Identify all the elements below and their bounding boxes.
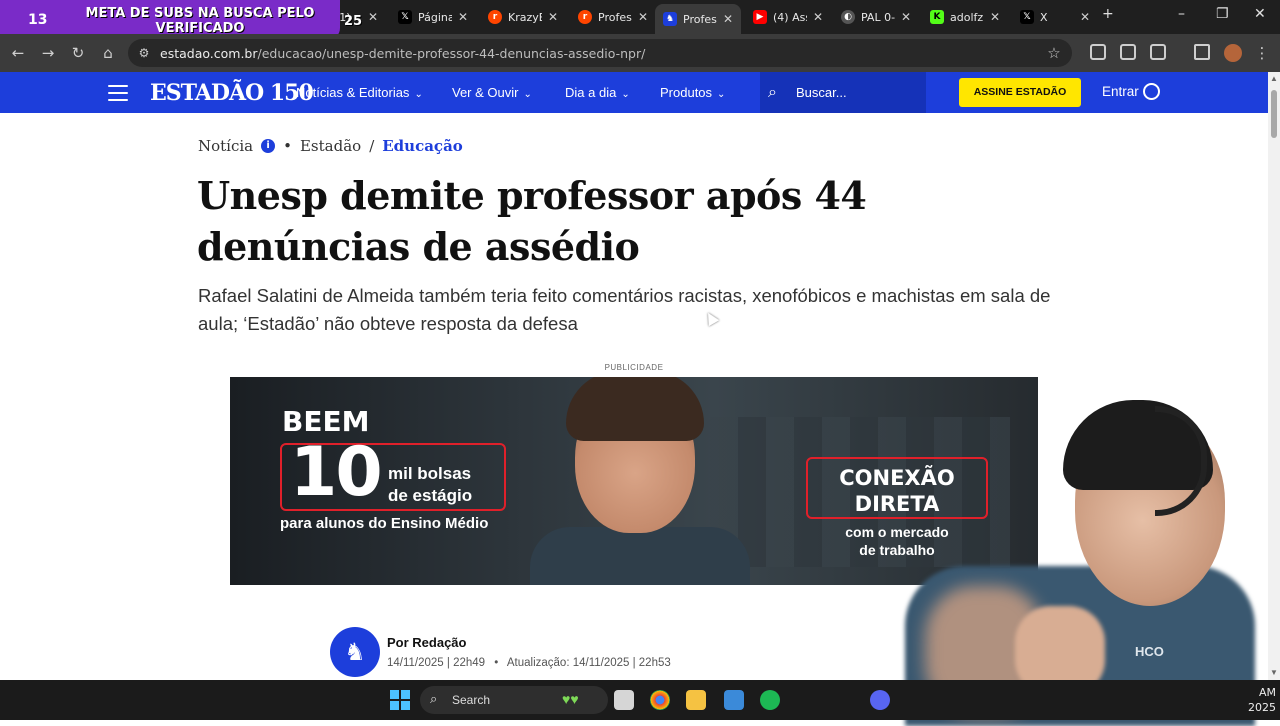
ad-number: 10 bbox=[290, 433, 383, 512]
close-icon[interactable]: ✕ bbox=[1080, 10, 1090, 24]
search-input[interactable]: ⌕ Buscar... bbox=[760, 72, 926, 113]
reddit-icon: r bbox=[578, 10, 592, 24]
browser-tab[interactable]: ◐ PAL 0- ✕ bbox=[833, 4, 919, 30]
nav-produtos[interactable]: Produtos ⌄ bbox=[660, 85, 725, 100]
ad-bolsas-text: mil bolsas de estágio bbox=[388, 464, 473, 505]
ad-alunos-text: para alunos do Ensino Médio bbox=[280, 515, 489, 532]
breadcrumb: Notícia i • Estadão / Educação bbox=[198, 137, 463, 155]
close-icon[interactable]: ✕ bbox=[458, 10, 468, 24]
nav-noticias-editorias[interactable]: Notícias & Editorias ⌄ bbox=[296, 85, 423, 100]
chevron-down-icon: ⌄ bbox=[621, 89, 630, 100]
minimize-button[interactable]: – bbox=[1178, 6, 1185, 22]
chevron-down-icon: ⌄ bbox=[414, 89, 423, 100]
browser-toolbar: ← → ↻ ⌂ ⚙ estadao.com.br/educacao/unesp-… bbox=[0, 34, 1280, 72]
info-icon[interactable]: i bbox=[261, 139, 276, 153]
stream-goal-count: 25 bbox=[344, 14, 363, 29]
x-logo-icon: 𝕏 bbox=[398, 10, 412, 24]
browser-tab[interactable]: r Profes ✕ bbox=[570, 4, 656, 30]
windows-taskbar: ⌕ Search ♥♥ AM 2025 bbox=[0, 680, 1280, 720]
chrome-icon[interactable] bbox=[650, 690, 670, 710]
file-explorer-icon[interactable] bbox=[686, 690, 706, 710]
site-info-icon[interactable]: ⚙ bbox=[134, 43, 154, 63]
close-window-button[interactable]: ✕ bbox=[1254, 6, 1266, 22]
ad-label: PUBLICIDADE bbox=[604, 363, 664, 372]
x-logo-icon: 𝕏 bbox=[1020, 10, 1034, 24]
scroll-up-icon[interactable]: ▲ bbox=[1270, 74, 1278, 83]
author-name[interactable]: Por Redação bbox=[387, 635, 466, 650]
author-avatar: ♞ bbox=[330, 627, 380, 677]
article-subheadline: Rafael Salatini de Almeida também teria … bbox=[198, 285, 1051, 334]
breadcrumb-separator: / bbox=[369, 137, 375, 155]
scroll-down-icon[interactable]: ▼ bbox=[1270, 668, 1278, 677]
home-icon[interactable]: ⌂ bbox=[98, 43, 118, 63]
breadcrumb-section[interactable]: Estadão bbox=[300, 137, 361, 155]
restore-button[interactable]: ❐ bbox=[1216, 6, 1229, 22]
site-logo[interactable]: ESTADÃO 150 bbox=[150, 80, 314, 106]
breadcrumb-category[interactable]: Educação bbox=[382, 137, 463, 155]
new-tab-button[interactable]: + bbox=[1102, 6, 1114, 22]
hamburger-menu-icon[interactable] bbox=[108, 85, 128, 101]
page-scrollbar[interactable]: ▲ ▼ bbox=[1268, 72, 1280, 680]
chevron-down-icon: ⌄ bbox=[717, 89, 726, 100]
avatar[interactable] bbox=[1224, 44, 1242, 62]
taskbar-search[interactable]: ⌕ Search ♥♥ bbox=[420, 686, 608, 714]
extensions-puzzle-icon[interactable] bbox=[1150, 44, 1166, 60]
stream-badge: 13 bbox=[28, 12, 48, 28]
system-clock[interactable]: AM 2025 bbox=[1246, 685, 1276, 715]
address-bar[interactable]: ⚙ estadao.com.br/educacao/unesp-demite-p… bbox=[128, 39, 1072, 67]
nav-dia-a-dia[interactable]: Dia a dia ⌄ bbox=[565, 85, 630, 100]
site-header: ESTADÃO 150 Notícias & Editorias ⌄ Ver & … bbox=[0, 72, 1268, 113]
scrollbar-thumb[interactable] bbox=[1271, 90, 1277, 138]
url-text: estadao.com.br/educacao/unesp-demite-pro… bbox=[160, 46, 646, 61]
nav-ver-ouvir[interactable]: Ver & Ouvir ⌄ bbox=[452, 85, 532, 100]
browser-tab[interactable]: r KrazyB ✕ bbox=[480, 4, 566, 30]
close-icon[interactable]: ✕ bbox=[990, 10, 1000, 24]
user-icon[interactable] bbox=[1143, 83, 1160, 100]
chevron-down-icon: ⌄ bbox=[523, 89, 532, 100]
subscribe-button[interactable]: ASSINE ESTADÃO bbox=[959, 78, 1081, 107]
search-icon: ⌕ bbox=[430, 692, 438, 707]
streamer-webcam: HCO bbox=[835, 396, 1255, 726]
hearts-icon: ♥♥ bbox=[562, 691, 579, 707]
extension-icon[interactable] bbox=[1120, 44, 1136, 60]
media-control-icon[interactable] bbox=[1194, 44, 1210, 60]
site-icon: ◐ bbox=[841, 10, 855, 24]
menu-kebab-icon[interactable]: ⋮ bbox=[1252, 43, 1272, 63]
close-icon[interactable]: ✕ bbox=[368, 10, 378, 24]
login-button[interactable]: Entrar bbox=[1102, 84, 1139, 99]
ad-person-shirt bbox=[530, 527, 750, 585]
windows-start-icon[interactable] bbox=[390, 690, 410, 710]
close-icon[interactable]: ✕ bbox=[638, 10, 648, 24]
browser-tab[interactable]: ▶ (4) Ass ✕ bbox=[745, 4, 831, 30]
stream-goal-text: META DE SUBS NA BUSCA PELO VERIFICADO bbox=[85, 6, 315, 36]
browser-tab-active[interactable]: ♞ Profes ✕ bbox=[655, 4, 741, 34]
forward-icon[interactable]: → bbox=[38, 43, 58, 63]
estadao-icon: ♞ bbox=[663, 12, 677, 26]
browser-tab[interactable]: 𝕏 Página ✕ bbox=[390, 4, 476, 30]
close-icon[interactable]: ✕ bbox=[723, 12, 733, 26]
search-icon: ⌕ bbox=[768, 82, 777, 101]
back-icon[interactable]: ← bbox=[8, 43, 28, 63]
browser-tab[interactable]: 𝕏 X ✕ bbox=[1012, 4, 1098, 30]
browser-tab[interactable]: K adolfz ✕ bbox=[922, 4, 1008, 30]
ad-person-hair bbox=[566, 377, 704, 441]
kick-icon: K bbox=[930, 10, 944, 24]
article-dates: 14/11/2025 | 22h49 • Atualização: 14/11/… bbox=[387, 657, 671, 669]
breadcrumb-bullet: • bbox=[283, 137, 292, 155]
article-type: Notícia bbox=[198, 137, 254, 155]
youtube-icon: ▶ bbox=[753, 10, 767, 24]
article-headline: Unesp demite professor após 44 denúncias… bbox=[197, 173, 867, 269]
extension-icon[interactable] bbox=[1090, 44, 1106, 60]
close-icon[interactable]: ✕ bbox=[548, 10, 558, 24]
discord-icon[interactable] bbox=[870, 690, 890, 710]
reload-icon[interactable]: ↻ bbox=[68, 43, 88, 63]
task-view-icon[interactable] bbox=[614, 690, 634, 710]
close-icon[interactable]: ✕ bbox=[813, 10, 823, 24]
reddit-icon: r bbox=[488, 10, 502, 24]
store-icon[interactable] bbox=[724, 690, 744, 710]
close-icon[interactable]: ✕ bbox=[901, 10, 911, 24]
shirt-logo: HCO bbox=[1135, 644, 1164, 659]
spotify-icon[interactable] bbox=[760, 690, 780, 710]
bookmark-star-icon[interactable]: ☆ bbox=[1044, 43, 1064, 63]
